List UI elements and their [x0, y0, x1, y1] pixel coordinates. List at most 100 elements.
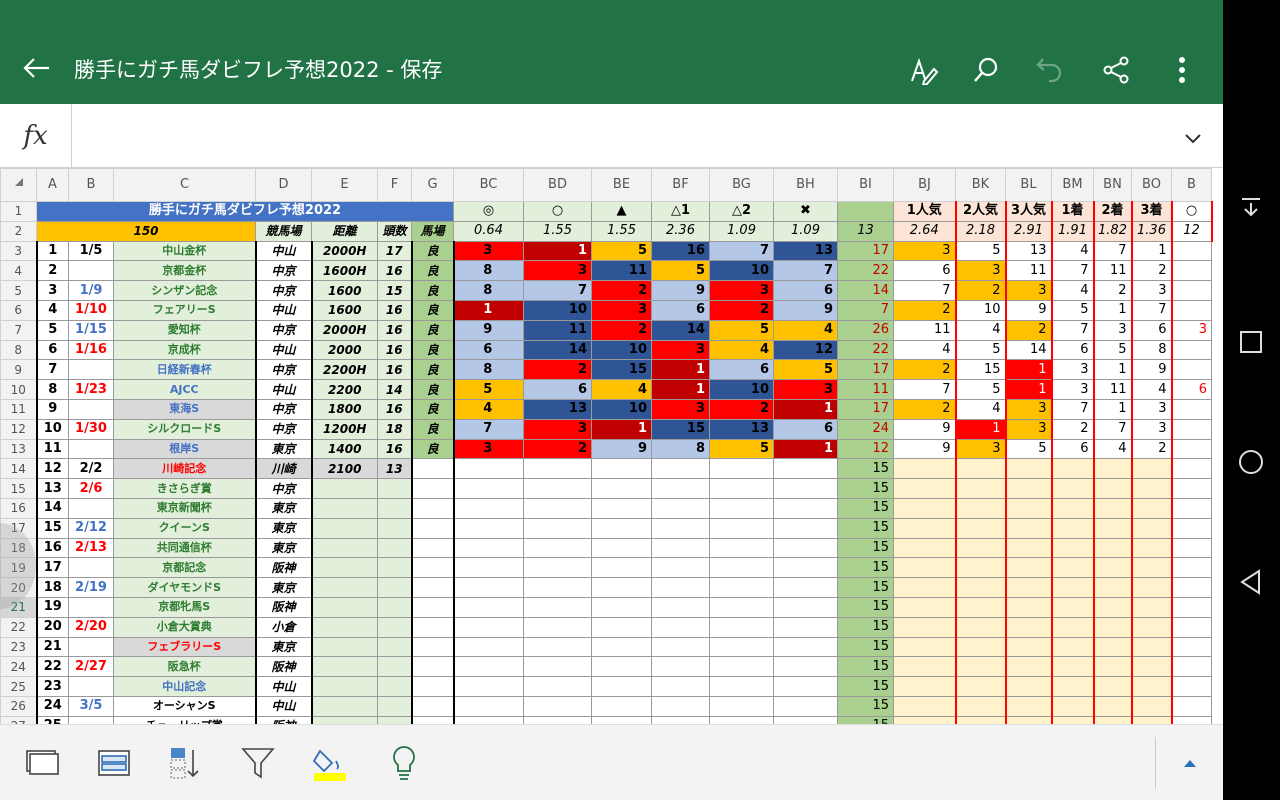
value-cell[interactable]: 10 [591, 339, 652, 361]
value-cell[interactable] [955, 695, 1007, 717]
value-cell[interactable] [651, 636, 710, 658]
track-cell[interactable]: 良 [410, 398, 455, 420]
value-cell[interactable] [893, 517, 957, 539]
value-cell[interactable] [955, 478, 1007, 499]
value-cell[interactable]: 3 [1131, 398, 1173, 420]
venue-cell[interactable]: 中京 [254, 478, 313, 499]
value-cell[interactable] [1171, 537, 1212, 559]
value-cell[interactable] [709, 715, 774, 724]
mark-header-cell[interactable]: ✖ [773, 201, 838, 222]
value-cell[interactable] [1131, 537, 1173, 559]
value-cell[interactable]: 6 [523, 379, 592, 400]
heads-cell[interactable] [377, 557, 412, 579]
value-cell[interactable]: 3 [709, 280, 774, 301]
value-cell[interactable]: 5 [1051, 299, 1095, 321]
ratio-cell[interactable]: 2.18 [955, 220, 1007, 242]
venue-cell[interactable]: 中山 [254, 379, 313, 400]
value-cell[interactable] [709, 557, 774, 579]
race-number-cell[interactable]: 17 [35, 557, 69, 579]
back-button[interactable] [14, 48, 58, 88]
column-header-BF[interactable]: BF [651, 168, 710, 202]
value-cell[interactable]: 2 [893, 359, 957, 381]
distance-cell[interactable] [311, 577, 378, 598]
mark-header-cell[interactable]: △1 [651, 201, 710, 222]
value-cell[interactable]: 7 [773, 260, 838, 282]
track-cell[interactable] [410, 715, 455, 724]
row-header[interactable]: 16 [0, 497, 37, 519]
distance-cell[interactable]: 2100 [311, 458, 378, 480]
date-cell[interactable] [68, 715, 114, 724]
mark-header-cell[interactable]: △2 [709, 201, 774, 222]
value-cell[interactable] [523, 715, 592, 724]
date-cell[interactable]: 2/27 [68, 656, 114, 678]
value-cell[interactable]: 6 [651, 299, 710, 321]
race-name-cell[interactable]: 中山金杯 [113, 240, 256, 262]
value-cell[interactable] [1051, 636, 1095, 658]
value-cell[interactable] [1171, 715, 1212, 724]
value-cell[interactable]: 8 [651, 438, 710, 460]
value-cell[interactable]: 15 [837, 497, 894, 519]
value-cell[interactable] [1051, 577, 1095, 598]
venue-cell[interactable]: 中山 [254, 676, 313, 697]
row-header[interactable]: 7 [0, 319, 37, 341]
race-name-cell[interactable]: 京都金杯 [113, 260, 256, 282]
value-cell[interactable]: 15 [837, 715, 894, 724]
value-cell[interactable]: 6 [453, 339, 524, 361]
value-cell[interactable] [651, 656, 710, 678]
cell-table[interactable]: A B C D E F G BC BD BE BF BG BH BI BJ BK BL BM BN BO B 1 勝手にガチ… [0, 168, 1213, 724]
value-cell[interactable]: 8 [1131, 339, 1173, 361]
value-cell[interactable] [651, 676, 710, 697]
column-header-C[interactable]: C [113, 168, 256, 202]
search-button[interactable] [964, 48, 1008, 92]
value-cell[interactable]: 4 [955, 319, 1007, 341]
value-cell[interactable] [1171, 695, 1212, 717]
value-cell[interactable] [893, 478, 957, 499]
value-cell[interactable] [1005, 715, 1053, 724]
column-header-D[interactable]: D [255, 168, 312, 202]
distance-cell[interactable] [311, 636, 378, 658]
value-cell[interactable]: 3 [955, 438, 1007, 460]
column-header-BH[interactable]: BH [773, 168, 838, 202]
date-cell[interactable]: 1/16 [68, 339, 114, 361]
value-cell[interactable] [1171, 478, 1212, 499]
value-cell[interactable]: 3 [1051, 379, 1095, 400]
value-cell[interactable] [709, 458, 774, 480]
share-button[interactable] [1094, 48, 1138, 92]
value-cell[interactable]: 1 [773, 398, 838, 420]
value-cell[interactable] [523, 577, 592, 598]
value-cell[interactable]: 8 [453, 260, 524, 282]
value-cell[interactable] [893, 676, 957, 697]
value-cell[interactable] [709, 596, 774, 618]
value-cell[interactable]: 7 [1051, 260, 1095, 282]
value-cell[interactable] [1051, 458, 1095, 480]
value-cell[interactable] [651, 577, 710, 598]
track-cell[interactable] [410, 656, 455, 678]
value-cell[interactable] [453, 656, 524, 678]
date-cell[interactable]: 2/20 [68, 616, 114, 638]
value-cell[interactable]: 2 [955, 280, 1007, 301]
distance-cell[interactable]: 1600 [311, 280, 378, 301]
value-cell[interactable]: 13 [523, 398, 592, 420]
value-cell[interactable] [1005, 517, 1053, 539]
expand-toolbar-button[interactable] [1166, 739, 1214, 787]
value-cell[interactable] [955, 458, 1007, 480]
heads-cell[interactable]: 16 [377, 260, 412, 282]
value-cell[interactable]: 22 [837, 260, 894, 282]
heads-cell[interactable]: 16 [377, 319, 412, 341]
race-name-cell[interactable]: オーシャンS [113, 695, 256, 717]
value-cell[interactable] [523, 458, 592, 480]
value-cell[interactable] [591, 577, 652, 598]
ratio-cell[interactable]: 1.09 [709, 220, 774, 242]
date-cell[interactable] [68, 359, 114, 381]
column-header-E[interactable]: E [311, 168, 378, 202]
column-header-BL[interactable]: BL [1005, 168, 1052, 202]
value-cell[interactable]: 22 [837, 339, 894, 361]
value-cell[interactable]: 9 [1005, 299, 1053, 321]
value-cell[interactable] [523, 616, 592, 638]
value-cell[interactable] [523, 676, 592, 697]
ratio-cell[interactable]: 1.82 [1093, 220, 1133, 242]
date-cell[interactable] [68, 398, 114, 420]
value-cell[interactable]: 5 [709, 438, 774, 460]
row-header[interactable]: 23 [0, 636, 37, 658]
heads-cell[interactable]: 13 [377, 458, 412, 480]
